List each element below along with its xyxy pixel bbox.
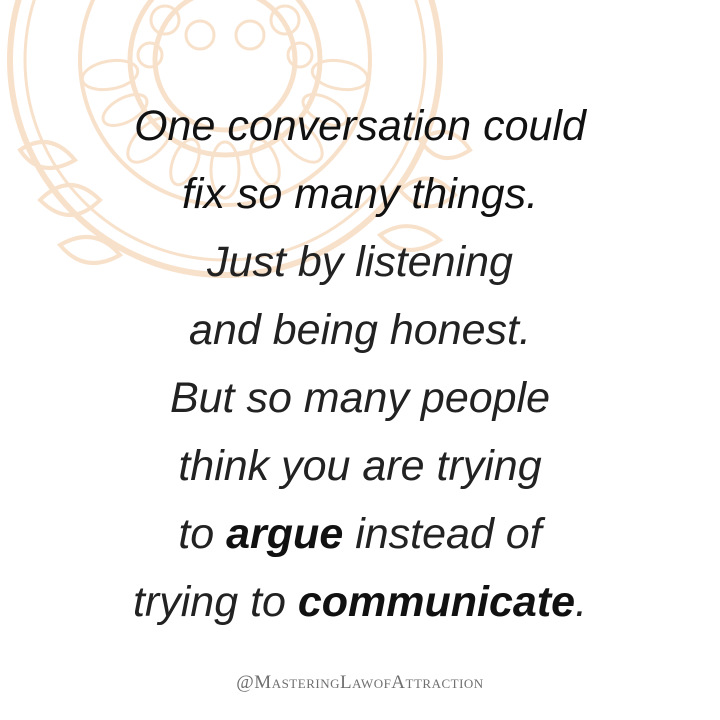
quote-line-7-pre: to [178,510,227,558]
quote-line-1: One conversation could [134,102,586,150]
quote-line-8-post: . [575,578,588,626]
quote-card: One conversation could fix so many thing… [0,0,720,720]
quote-line-7: to argue instead of [0,500,720,568]
quote-line-3: Just by listening [207,238,513,286]
quote-line-8: trying to communicate. [0,568,720,636]
quote-line-4: and being honest. [189,306,531,354]
emphasis-communicate: communicate [297,578,576,626]
quote-text: One conversation could fix so many thing… [0,92,720,636]
emphasis-argue: argue [226,510,344,558]
quote-line-7-post: instead of [343,510,542,558]
quote-line-5: But so many people [169,374,551,422]
quote-line-6: think you are trying [178,442,542,490]
social-handle: @MasteringLawofAttraction [236,672,484,693]
quote-line-8-pre: trying to [132,578,298,626]
quote-line-2: fix so many things. [181,170,539,218]
